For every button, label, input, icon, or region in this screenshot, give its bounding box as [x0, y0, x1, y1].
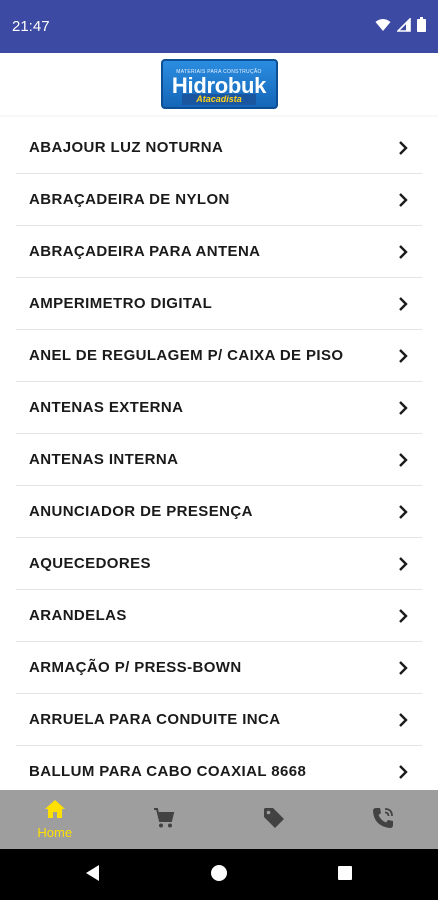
battery-icon — [417, 17, 426, 36]
recents-icon — [337, 865, 353, 885]
back-icon — [85, 864, 101, 886]
chevron-right-icon — [396, 192, 410, 207]
category-label: BALLUM PARA CABO COAXIAL 8668 — [29, 763, 307, 780]
nav-home-label: Home — [37, 825, 73, 840]
category-label: ABAJOUR LUZ NOTURNA — [29, 139, 224, 156]
category-label: ANUNCIADOR DE PRESENÇA — [29, 503, 253, 520]
category-item[interactable]: ABRAÇADEIRA DE NYLON — [16, 174, 422, 226]
category-label: ANTENAS INTERNA — [29, 451, 179, 468]
chevron-right-icon — [396, 712, 410, 727]
category-item[interactable]: ABAJOUR LUZ NOTURNA — [16, 122, 422, 174]
nav-home[interactable]: Home — [0, 790, 109, 849]
category-list: ABAJOUR LUZ NOTURNA ABRAÇADEIRA DE NYLON… — [16, 122, 422, 798]
chevron-right-icon — [396, 244, 410, 259]
signal-icon — [396, 17, 411, 36]
status-icons — [375, 17, 426, 36]
category-label: AMPERIMETRO DIGITAL — [29, 295, 213, 312]
chevron-right-icon — [396, 504, 410, 519]
category-item[interactable]: ARMAÇÃO P/ PRESS-BOWN — [16, 642, 422, 694]
home-icon — [44, 799, 66, 823]
category-item[interactable]: ANUNCIADOR DE PRESENÇA — [16, 486, 422, 538]
chevron-right-icon — [396, 348, 410, 363]
system-home-button[interactable] — [156, 849, 282, 900]
chevron-right-icon — [396, 608, 410, 623]
category-item[interactable]: ARANDELAS — [16, 590, 422, 642]
chevron-right-icon — [396, 764, 410, 779]
chevron-right-icon — [396, 452, 410, 467]
nav-offers[interactable] — [219, 790, 328, 849]
system-back-button[interactable] — [30, 849, 156, 900]
category-label: ANTENAS EXTERNA — [29, 399, 184, 416]
category-label: ABRAÇADEIRA DE NYLON — [29, 191, 230, 208]
category-label: ARANDELAS — [29, 607, 127, 624]
category-label: AQUECEDORES — [29, 555, 151, 572]
wifi-icon — [375, 17, 391, 36]
logo-sub: Atacadista — [182, 94, 256, 105]
category-label: ABRAÇADEIRA PARA ANTENA — [29, 243, 261, 260]
chevron-right-icon — [396, 400, 410, 415]
system-recents-button[interactable] — [282, 849, 408, 900]
tag-icon — [263, 807, 285, 833]
status-bar: 21:47 — [0, 0, 438, 53]
chevron-right-icon — [396, 296, 410, 311]
cart-icon — [153, 807, 175, 833]
category-item[interactable]: AMPERIMETRO DIGITAL — [16, 278, 422, 330]
category-label: ANEL DE REGULAGEM P/ CAIXA DE PISO — [29, 347, 344, 364]
category-item[interactable]: ANTENAS EXTERNA — [16, 382, 422, 434]
app-header: MATERIAIS PARA CONSTRUÇÃO Hidrobuk Ataca… — [0, 53, 438, 115]
category-item[interactable]: AQUECEDORES — [16, 538, 422, 590]
nav-contact[interactable] — [329, 790, 438, 849]
nav-cart[interactable] — [110, 790, 219, 849]
category-label: ARRUELA PARA CONDUITE INCA — [29, 711, 281, 728]
chevron-right-icon — [396, 660, 410, 675]
status-time: 21:47 — [12, 18, 50, 35]
bottom-navigation: Home — [0, 790, 438, 849]
system-navigation-bar — [0, 849, 438, 900]
category-label: ARMAÇÃO P/ PRESS-BOWN — [29, 659, 242, 676]
hidrobuk-logo: MATERIAIS PARA CONSTRUÇÃO Hidrobuk Ataca… — [160, 59, 278, 109]
category-item[interactable]: ANEL DE REGULAGEM P/ CAIXA DE PISO — [16, 330, 422, 382]
category-item[interactable]: ANTENAS INTERNA — [16, 434, 422, 486]
category-item[interactable]: ARRUELA PARA CONDUITE INCA — [16, 694, 422, 746]
home-circle-icon — [210, 864, 228, 886]
chevron-right-icon — [396, 140, 410, 155]
phone-icon — [372, 807, 394, 833]
chevron-right-icon — [396, 556, 410, 571]
category-item[interactable]: ABRAÇADEIRA PARA ANTENA — [16, 226, 422, 278]
